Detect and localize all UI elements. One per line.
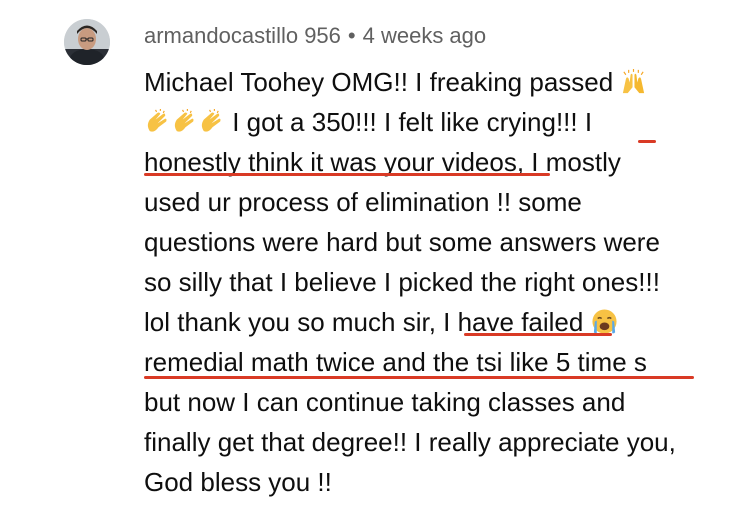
- comment-line: questions were hard but some answers wer…: [144, 222, 660, 262]
- loudly-crying-face-emoji: [592, 309, 617, 334]
- comment-text-segment: I got a 350!!! I felt like crying!!! I: [232, 107, 593, 137]
- comment-text-segment: questions were hard but some answers wer…: [144, 227, 660, 257]
- comment-meta: armandocastillo 956 • 4 weeks ago: [144, 20, 486, 52]
- comment-timestamp[interactable]: 4 weeks ago: [363, 23, 487, 48]
- clapping-hands-emoji: [174, 108, 194, 132]
- comment-text-segment: but now I can continue taking classes an…: [144, 387, 626, 417]
- raised-hands-emoji: [623, 68, 645, 94]
- red-underline: [144, 376, 694, 379]
- comment-text-segment: Michael Toohey OMG!! I freaking passed: [144, 67, 614, 97]
- comment-text-segment: so silly that I believe I picked the rig…: [144, 267, 660, 297]
- comment: armandocastillo 956 • 4 weeks ago Michael …: [0, 0, 750, 510]
- comment-line: used ur process of elimination !! some: [144, 182, 582, 222]
- comment-line: Michael Toohey OMG!! I freaking passed: [144, 62, 647, 102]
- clapping-hands-emoji: [201, 108, 221, 132]
- comment-line: God bless you !!: [144, 462, 332, 502]
- comment-line: I got a 350!!! I felt like crying!!! I: [144, 102, 592, 142]
- comment-text-segment: used ur process of elimination !! some: [144, 187, 582, 217]
- comment-line: so silly that I believe I picked the rig…: [144, 262, 660, 302]
- comment-line: lol thank you so much sir, I have failed: [144, 302, 618, 342]
- comment-text-segment: God bless you !!: [144, 467, 332, 497]
- meta-separator: •: [347, 23, 356, 48]
- red-underline: [144, 173, 550, 176]
- red-underline: [464, 333, 612, 336]
- comment-line: finally get that degree!! I really appre…: [144, 422, 676, 462]
- avatar-image: [64, 19, 110, 65]
- clapping-hands-emoji: [147, 108, 167, 132]
- avatar[interactable]: [64, 19, 110, 65]
- comment-line: honestly think it was your videos, I mos…: [144, 142, 621, 182]
- comment-text-segment: remedial math twice and the tsi like 5 t…: [144, 347, 647, 377]
- comment-line: but now I can continue taking classes an…: [144, 382, 625, 422]
- comment-text-segment: finally get that degree!! I really appre…: [144, 427, 676, 457]
- red-underline: [638, 140, 656, 143]
- author-name[interactable]: armandocastillo 956: [144, 23, 341, 48]
